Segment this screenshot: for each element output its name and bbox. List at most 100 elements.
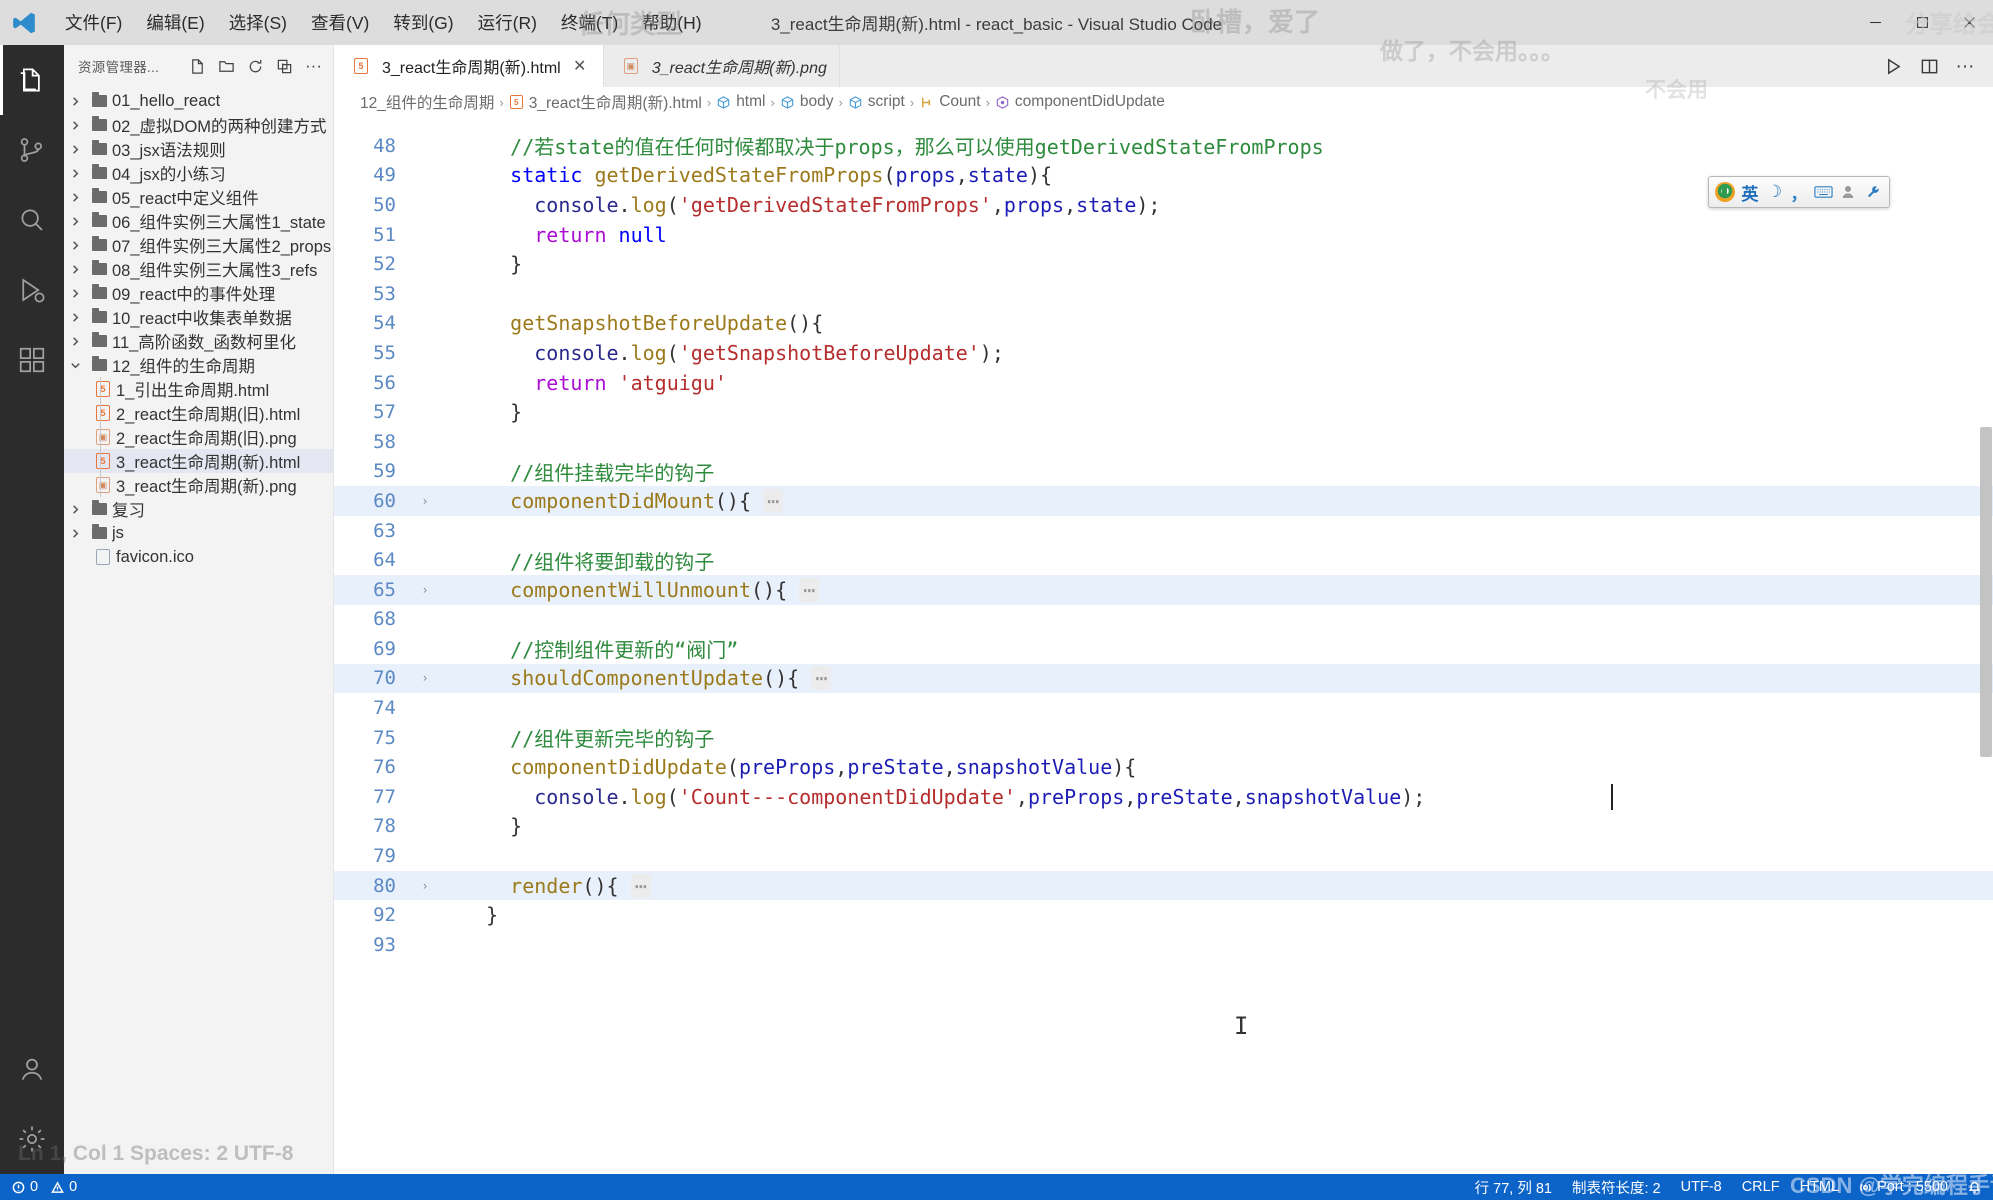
activity-extensions-icon[interactable] (0, 325, 64, 395)
tree-row-folder[interactable]: 03_jsx语法规则 (64, 137, 333, 161)
activity-run-debug-icon[interactable] (0, 255, 64, 325)
code-line[interactable]: 80 › render(){ ⋯ (334, 870, 1993, 901)
fold-chevron-icon[interactable]: › (412, 583, 438, 597)
fold-chevron-icon[interactable]: › (412, 494, 438, 508)
code-line[interactable]: 76 componentDidUpdate(preProps,preState,… (334, 752, 1993, 782)
tree-row-file[interactable]: ▣ 2_react生命周期(旧).png (64, 425, 333, 449)
tree-row-file[interactable]: favicon.ico (64, 545, 333, 569)
run-play-icon[interactable] (1877, 50, 1909, 82)
menu-run[interactable]: 运行(R) (467, 5, 548, 40)
code-line[interactable]: 74 (334, 693, 1993, 723)
menu-selection[interactable]: 选择(S) (218, 5, 298, 40)
code-line[interactable]: 57 } (334, 397, 1993, 427)
menu-edit[interactable]: 编辑(E) (135, 5, 215, 40)
tab-close-icon[interactable]: ✕ (569, 55, 591, 77)
fold-chevron-icon[interactable]: › (412, 879, 438, 893)
status-editor-eol[interactable]: CRLF (1742, 1179, 1780, 1195)
punctuation-icon[interactable]: ， (1788, 179, 1811, 205)
tree-row-folder[interactable]: 07_组件实例三大属性2_props (64, 233, 333, 257)
code-line[interactable]: 53 (334, 279, 1993, 309)
menu-view[interactable]: 查看(V) (300, 5, 380, 40)
menu-terminal[interactable]: 终端(T) (550, 5, 629, 40)
tree-row-folder[interactable]: 06_组件实例三大属性1_state (64, 209, 333, 233)
ime-toolbar[interactable]: 英 ☽ ， (1708, 176, 1890, 208)
status-editor-encoding[interactable]: UTF-8 (1681, 1179, 1722, 1195)
code-line[interactable]: 93 (334, 930, 1993, 960)
code-line[interactable]: 55 console.log('getSnapshotBeforeUpdate'… (334, 338, 1993, 368)
tree-row-folder[interactable]: js (64, 521, 333, 545)
breadcrumb-symbol-html[interactable]: html (716, 93, 765, 111)
menu-help[interactable]: 帮助(H) (631, 5, 712, 40)
new-file-icon[interactable] (184, 53, 211, 80)
tree-row-folder[interactable]: 04_jsx的小练习 (64, 161, 333, 185)
activity-source-control-icon[interactable] (0, 115, 64, 185)
tree-row-folder[interactable]: 复习 (64, 497, 333, 521)
activity-account-icon[interactable] (0, 1034, 64, 1104)
split-editor-icon[interactable] (1913, 50, 1945, 82)
breadcrumb-folder[interactable]: 12_组件的生命周期 (360, 91, 494, 113)
status-editor-indentation[interactable]: 制表符长度: 2 (1572, 1177, 1661, 1198)
code-line[interactable]: 63 (334, 516, 1993, 546)
code-line[interactable]: 77 console.log('Count---componentDidUpda… (334, 782, 1993, 812)
code-line[interactable]: 65 › componentWillUnmount(){ ⋯ (334, 574, 1993, 605)
maximize-button[interactable] (1899, 0, 1946, 45)
tree-row-folder[interactable]: 01_hello_react (64, 89, 333, 113)
collapse-all-icon[interactable] (271, 53, 298, 80)
code-line[interactable]: 52 } (334, 249, 1993, 279)
new-folder-icon[interactable] (213, 53, 240, 80)
tree-row-folder[interactable]: 10_react中收集表单数据 (64, 305, 333, 329)
tree-row-folder[interactable]: 05_react中定义组件 (64, 185, 333, 209)
refresh-icon[interactable] (242, 53, 269, 80)
status-editor-position[interactable]: 行 77, 列 81 (1475, 1177, 1552, 1198)
code-line[interactable]: 48 //若state的值在任何时候都取决于props，那么可以使用getDer… (334, 131, 1993, 161)
code-line[interactable]: 79 (334, 841, 1993, 871)
tree-row-folder-expanded[interactable]: 12_组件的生命周期 (64, 353, 333, 377)
activity-search-icon[interactable] (0, 185, 64, 255)
code-line[interactable]: 68 (334, 605, 1993, 635)
tree-row-file[interactable]: 5 2_react生命周期(旧).html (64, 401, 333, 425)
tree-row-folder[interactable]: 11_高阶函数_函数柯里化 (64, 329, 333, 353)
code-line[interactable]: 75 //组件更新完毕的钩子 (334, 723, 1993, 753)
tab-html-file[interactable]: 5 3_react生命周期(新).html ✕ (334, 45, 604, 87)
activity-explorer-icon[interactable] (0, 45, 64, 115)
menu-go[interactable]: 转到(G) (382, 5, 464, 40)
status-editor-language[interactable]: HTML (1800, 1179, 1839, 1195)
code-line[interactable]: 69 //控制组件更新的“阀门” (334, 634, 1993, 664)
code-line[interactable]: 51 return null (334, 220, 1993, 250)
breadcrumb-file[interactable]: 5 3_react生命周期(新).html (509, 91, 702, 113)
breadcrumb-symbol-body[interactable]: body (780, 93, 833, 111)
code-line[interactable]: 92 } (334, 900, 1993, 930)
tree-row-file[interactable]: ▣ 3_react生命周期(新).png (64, 473, 333, 497)
code-line[interactable]: 64 //组件将要卸载的钩子 (334, 545, 1993, 575)
code-line[interactable]: 59 //组件挂载完毕的钩子 (334, 457, 1993, 487)
breadcrumb-symbol-method[interactable]: componentDidUpdate (995, 93, 1165, 111)
tab-png-file[interactable]: ▣ 3_react生命周期(新).png (604, 45, 840, 87)
status-notifications-bell-icon[interactable] (1968, 1181, 1981, 1194)
toolbox-icon[interactable] (1861, 179, 1884, 205)
editor-more-actions-icon[interactable]: ··· (1949, 50, 1981, 82)
close-button[interactable] (1946, 0, 1993, 45)
menu-file[interactable]: 文件(F) (54, 5, 133, 40)
user-icon[interactable] (1837, 179, 1860, 205)
code-line[interactable]: 56 return 'atguigu' (334, 368, 1993, 398)
code-line[interactable]: 60 › componentDidMount(){ ⋯ (334, 486, 1993, 516)
editor-vertical-scrollbar[interactable] (1979, 117, 1993, 1174)
fold-chevron-icon[interactable]: › (412, 671, 438, 685)
soft-keyboard-icon[interactable] (1812, 179, 1835, 205)
tree-row-folder[interactable]: 08_组件实例三大属性3_refs (64, 257, 333, 281)
code-editor[interactable]: 47 48 //若state的值在任何时候都取决于props，那么可以使用getD… (334, 117, 1993, 1174)
sogou-logo-icon[interactable] (1714, 179, 1737, 205)
status-live-server-port[interactable]: Port : 5500 (1859, 1179, 1948, 1195)
explorer-more-actions-icon[interactable]: ··· (300, 53, 327, 80)
code-line[interactable]: 58 (334, 427, 1993, 457)
tree-row-file-selected[interactable]: 5 3_react生命周期(新).html (64, 449, 333, 473)
code-line[interactable]: 78 } (334, 812, 1993, 842)
code-line[interactable]: 70 › shouldComponentUpdate(){ ⋯ (334, 663, 1993, 694)
breadcrumb-symbol-class[interactable]: Count (919, 93, 981, 111)
tree-row-folder[interactable]: 09_react中的事件处理 (64, 281, 333, 305)
status-problems[interactable]: 0 0 (12, 1179, 77, 1195)
tree-row-folder[interactable]: 02_虚拟DOM的两种创建方式 (64, 113, 333, 137)
code-line[interactable]: 54 getSnapshotBeforeUpdate(){ (334, 309, 1993, 339)
input-mode-english-icon[interactable]: 英 (1739, 179, 1762, 205)
moon-icon[interactable]: ☽ (1763, 179, 1786, 205)
